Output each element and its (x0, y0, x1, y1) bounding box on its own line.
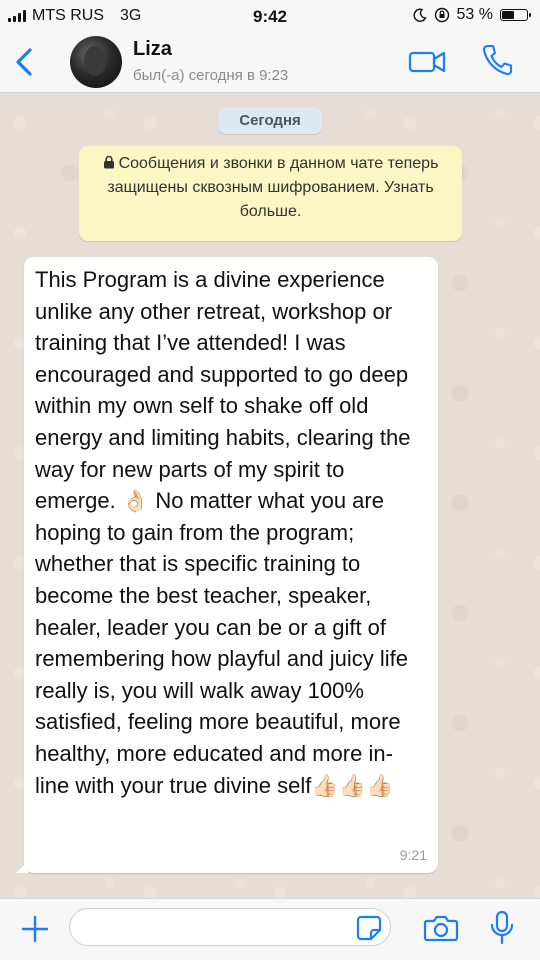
last-seen-status: был(-а) сегодня в 9:23 (133, 67, 289, 84)
video-camera-icon (408, 51, 446, 73)
attach-button[interactable] (19, 913, 51, 945)
voice-call-button[interactable] (480, 42, 514, 78)
camera-button[interactable] (423, 913, 459, 943)
camera-icon (423, 915, 459, 942)
contact-name[interactable]: Liza (133, 38, 172, 61)
status-right: 53 % (413, 6, 531, 24)
microphone-button[interactable] (489, 910, 515, 946)
video-call-button[interactable] (408, 48, 448, 76)
battery-icon (500, 9, 531, 21)
avatar[interactable] (70, 36, 122, 88)
encryption-notice[interactable]: Сообщения и звонки в данном чате теперь … (79, 146, 462, 241)
back-chevron-icon (16, 48, 32, 76)
lock-icon (103, 155, 114, 169)
incoming-message[interactable]: This Program is a divine experience unli… (16, 257, 438, 873)
plus-icon (21, 915, 49, 943)
phone-icon (482, 44, 513, 76)
sticker-icon (356, 915, 382, 941)
battery-percent: 53 % (456, 6, 493, 23)
date-separator: Сегодня (218, 107, 322, 134)
moon-icon (413, 8, 427, 22)
message-input[interactable] (69, 908, 391, 946)
input-bar (0, 898, 540, 960)
microphone-icon (490, 910, 514, 945)
orientation-lock-icon (434, 7, 449, 23)
status-bar: MTS RUS 3G 9:42 53 % (0, 0, 540, 32)
sticker-button[interactable] (356, 915, 382, 941)
message-time: 9:21 (399, 847, 427, 863)
back-button[interactable] (10, 44, 40, 80)
chat-area[interactable]: Сегодня Сообщения и звонки в данном чате… (0, 93, 540, 898)
chat-header: Liza был(-а) сегодня в 9:23 (0, 32, 540, 93)
battery-fill (502, 11, 514, 19)
message-text: This Program is a divine experience unli… (35, 267, 411, 798)
